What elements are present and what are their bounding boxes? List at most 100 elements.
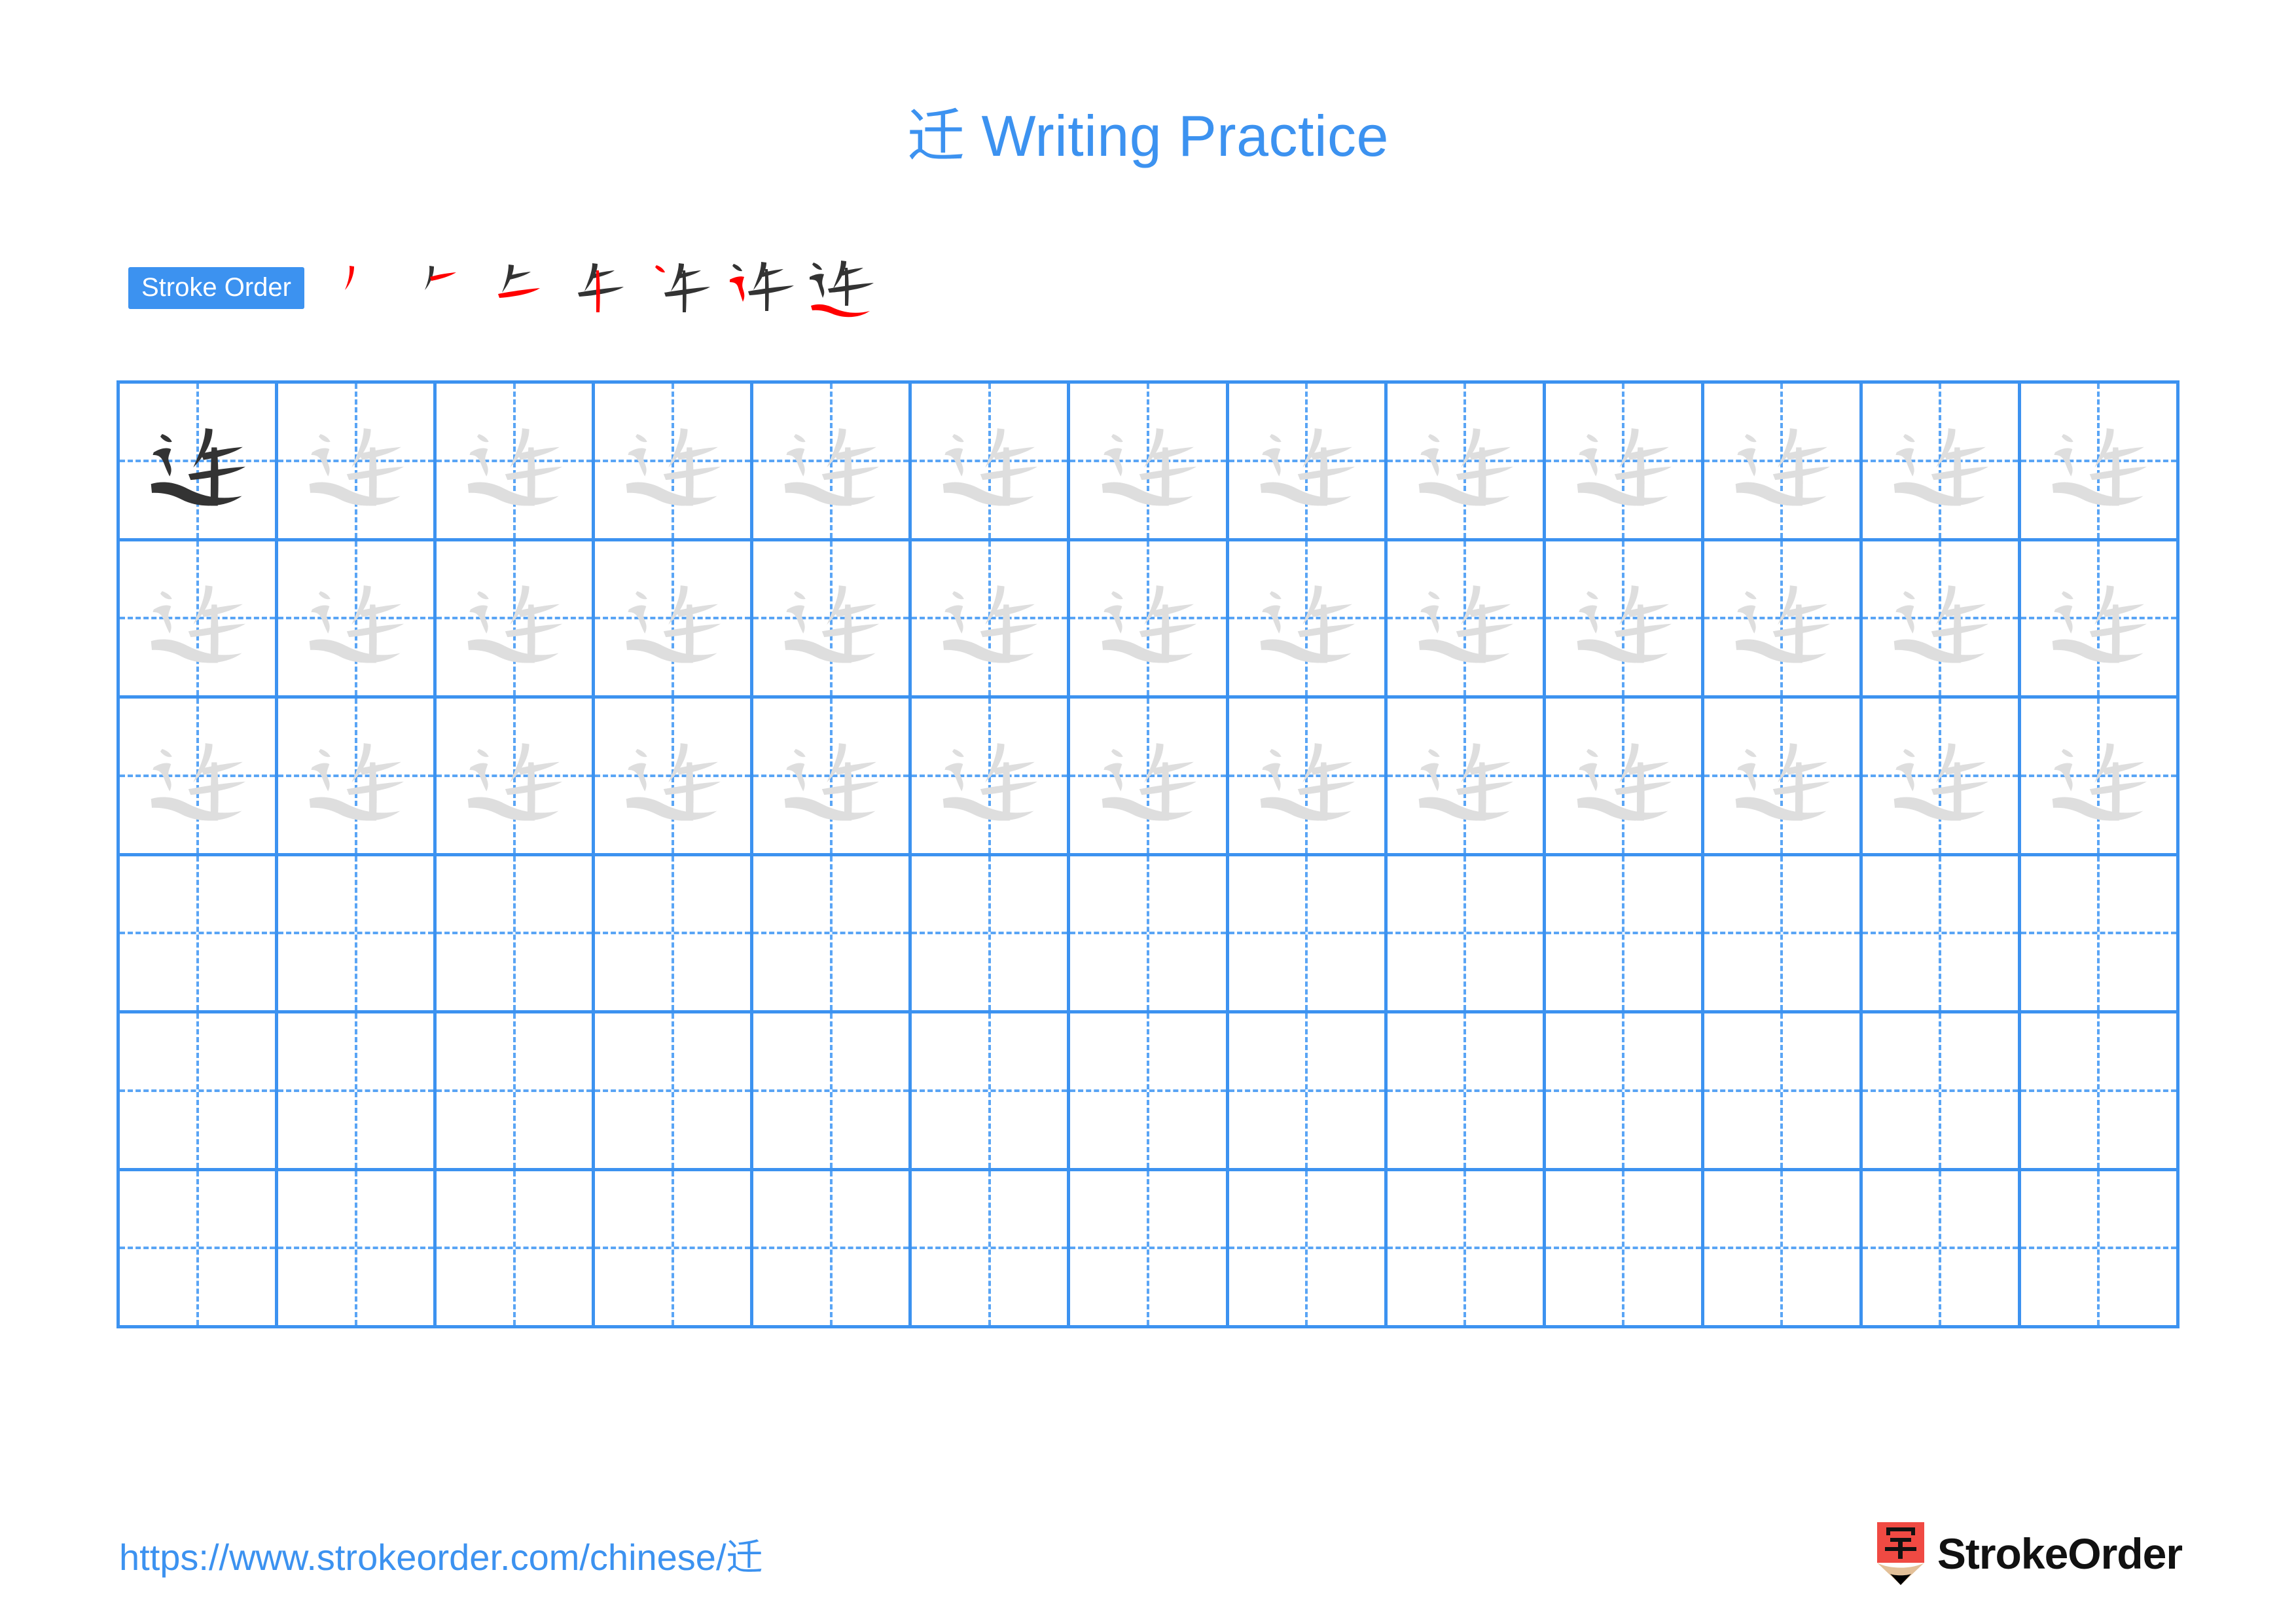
practice-grid-cell-empty[interactable] xyxy=(1229,1013,1388,1168)
practice-grid-cell-empty[interactable] xyxy=(120,1013,279,1168)
practice-grid-cell-empty[interactable] xyxy=(1863,1171,2021,1325)
practice-grid-cell-trace[interactable] xyxy=(1070,699,1229,853)
practice-grid-cell-empty[interactable] xyxy=(912,1013,1071,1168)
practice-grid-cell-empty[interactable] xyxy=(1546,1013,1704,1168)
practice-grid-cell-empty[interactable] xyxy=(1863,856,2021,1010)
practice-grid-cell-trace[interactable] xyxy=(120,699,279,853)
practice-grid-cell-trace[interactable] xyxy=(1546,384,1704,538)
page-title: 迁 Writing Practice xyxy=(0,104,2296,168)
practice-grid-cell-empty[interactable] xyxy=(1070,856,1229,1010)
practice-grid-cell-empty[interactable] xyxy=(120,856,279,1010)
practice-grid-cell-empty[interactable] xyxy=(595,1171,754,1325)
practice-grid-cell-trace[interactable] xyxy=(278,541,437,695)
practice-grid-cell-trace[interactable] xyxy=(2021,541,2180,696)
practice-grid-cell-trace[interactable] xyxy=(1388,541,1546,695)
practice-grid-cell-trace[interactable] xyxy=(1229,699,1388,853)
trace-character xyxy=(912,384,1067,538)
practice-grid-cell-trace[interactable] xyxy=(1070,384,1229,538)
practice-grid-cell-empty[interactable] xyxy=(753,1013,912,1168)
practice-grid-cell-empty[interactable] xyxy=(1546,1171,1704,1325)
trace-character xyxy=(437,699,592,853)
practice-grid-cell-trace[interactable] xyxy=(753,384,912,538)
practice-grid-cell-trace[interactable] xyxy=(437,384,596,538)
practice-grid-cell-trace[interactable] xyxy=(278,699,437,853)
practice-grid-cell-trace[interactable] xyxy=(595,541,754,695)
practice-grid-cell-empty[interactable] xyxy=(437,1013,596,1168)
practice-grid-cell-trace[interactable] xyxy=(912,384,1071,538)
pencil-glyph xyxy=(1876,1522,1924,1585)
practice-grid-cell-empty[interactable] xyxy=(753,1171,912,1325)
practice-grid-cell-trace[interactable] xyxy=(1704,541,1863,695)
practice-grid-cell-trace[interactable] xyxy=(1704,699,1863,853)
practice-grid-cell-empty[interactable] xyxy=(278,856,437,1010)
practice-grid-cell-empty[interactable] xyxy=(595,1013,754,1168)
character-glyph xyxy=(151,743,246,821)
practice-grid-cell-empty[interactable] xyxy=(1070,1013,1229,1168)
practice-grid-cell-empty[interactable] xyxy=(912,1171,1071,1325)
practice-grid-cell-example[interactable] xyxy=(120,384,279,538)
practice-grid-cell-empty[interactable] xyxy=(2021,856,2180,1010)
trace-character xyxy=(1070,541,1225,696)
practice-grid-cell-empty[interactable] xyxy=(595,856,754,1010)
stroke-step-6 xyxy=(727,252,806,324)
practice-grid-cell-trace[interactable] xyxy=(753,699,912,853)
practice-grid-cell-empty[interactable] xyxy=(1546,856,1704,1010)
footer-url[interactable]: https://www.strokeorder.com/chinese/迁 xyxy=(119,1528,763,1581)
trace-character xyxy=(2021,541,2176,696)
practice-grid-cell-empty[interactable] xyxy=(1863,1013,2021,1168)
practice-grid-cell-empty[interactable] xyxy=(912,856,1071,1010)
practice-grid-cell-empty[interactable] xyxy=(1388,1013,1546,1168)
practice-grid-cell-empty[interactable] xyxy=(1388,856,1546,1010)
practice-grid-cell-empty[interactable] xyxy=(753,856,912,1010)
practice-grid-cell-empty[interactable] xyxy=(437,1171,596,1325)
trace-character xyxy=(1388,384,1543,538)
practice-grid-cell-trace[interactable] xyxy=(1546,699,1704,853)
practice-grid-cell-trace[interactable] xyxy=(1704,384,1863,538)
practice-grid-cell-empty[interactable] xyxy=(1388,1171,1546,1325)
practice-grid-cell-trace[interactable] xyxy=(2021,384,2180,538)
practice-grid-cell-trace[interactable] xyxy=(912,699,1071,853)
practice-grid-cell-trace[interactable] xyxy=(1388,699,1546,853)
practice-grid-cell-empty[interactable] xyxy=(1229,1171,1388,1325)
practice-grid-cell-trace[interactable] xyxy=(2021,699,2180,853)
practice-grid-cell-empty[interactable] xyxy=(120,1171,279,1325)
character-glyph xyxy=(467,428,563,506)
practice-grid-cell-trace[interactable] xyxy=(437,541,596,696)
practice-grid-cell-trace[interactable] xyxy=(278,384,437,538)
stroke-step-2 xyxy=(408,252,486,324)
practice-grid-cell-empty[interactable] xyxy=(278,1013,437,1168)
character-glyph xyxy=(1260,585,1355,663)
practice-grid-cell-trace[interactable] xyxy=(1070,541,1229,696)
practice-grid-cell-trace[interactable] xyxy=(437,699,596,853)
practice-grid-cell-empty[interactable] xyxy=(437,856,596,1010)
practice-grid-cell-trace[interactable] xyxy=(595,699,754,853)
practice-grid-cell-trace[interactable] xyxy=(1863,384,2021,538)
practice-grid-cell-trace[interactable] xyxy=(1229,384,1388,538)
practice-grid-cell-trace[interactable] xyxy=(1546,541,1704,695)
trace-character xyxy=(1863,699,2018,853)
stroke-step-1 xyxy=(328,252,406,324)
character-glyph xyxy=(1418,428,1513,506)
practice-grid-row xyxy=(120,856,2180,1013)
practice-grid-cell-empty[interactable] xyxy=(1070,1171,1229,1325)
practice-grid-cell-empty[interactable] xyxy=(2021,1013,2180,1168)
practice-grid-cell-trace[interactable] xyxy=(595,384,754,538)
practice-grid-cell-empty[interactable] xyxy=(278,1171,437,1325)
practice-grid-cell-empty[interactable] xyxy=(1704,1171,1863,1325)
practice-grid-cell-empty[interactable] xyxy=(2021,1171,2180,1325)
practice-grid-cell-trace[interactable] xyxy=(1229,541,1388,695)
practice-grid-cell-trace[interactable] xyxy=(753,541,912,695)
character-glyph xyxy=(785,428,880,506)
trace-character xyxy=(437,541,592,696)
practice-grid-cell-trace[interactable] xyxy=(120,541,279,695)
trace-character xyxy=(1070,384,1225,538)
character-glyph xyxy=(1102,743,1196,821)
practice-grid-cell-trace[interactable] xyxy=(1863,541,2021,695)
practice-grid-cell-trace[interactable] xyxy=(912,541,1071,695)
practice-grid-row xyxy=(120,384,2180,541)
practice-grid-cell-trace[interactable] xyxy=(1388,384,1546,538)
practice-grid-cell-trace[interactable] xyxy=(1863,699,2021,853)
practice-grid-cell-empty[interactable] xyxy=(1704,1013,1863,1168)
practice-grid-cell-empty[interactable] xyxy=(1229,856,1388,1010)
practice-grid-cell-empty[interactable] xyxy=(1704,856,1863,1010)
